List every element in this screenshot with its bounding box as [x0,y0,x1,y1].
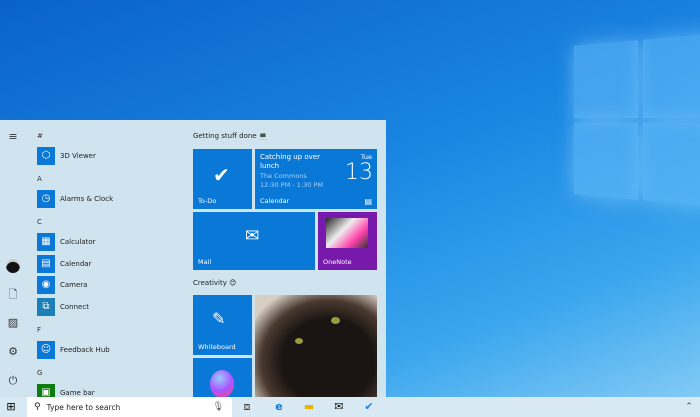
onenote-image [326,218,368,248]
camera-icon: ◉ [37,276,55,294]
letter-header[interactable]: # [37,132,43,140]
whiteboard-icon: ✎ [212,309,226,328]
microphone-icon[interactable]: 🎙 [213,402,224,412]
tile-mail[interactable]: ✉ Mail [193,212,315,270]
todo-icon[interactable]: ✔ [362,400,376,414]
tile-paint[interactable] [193,358,252,397]
group-title[interactable]: Getting stuff done 💻 [193,132,268,140]
tile-calendar[interactable]: Catching up over lunch The Commons 12:30… [255,149,377,209]
pictures-icon[interactable]: ▨ [6,316,20,330]
file-explorer-icon[interactable]: ▬ [302,400,316,414]
checkmark-icon: ✔ [213,163,230,187]
group-title[interactable]: Creativity 😊 [193,279,236,287]
edge-icon[interactable]: e [272,400,286,414]
taskbar: ⊞ ⚲ Type here to search 🎙 ⧈ e ▬ ✉ ✔ ⌃ [0,397,700,417]
chevron-up-icon[interactable]: ⌃ [682,400,696,414]
connect-icon: ⧉ [37,298,55,316]
app-alarms-clock[interactable]: ◷ Alarms & Clock [37,189,113,209]
feedback-icon: ☺ [37,341,55,359]
app-calendar[interactable]: ▤ Calendar [37,254,91,274]
mail-icon[interactable]: ✉ [332,400,346,414]
paint-icon [210,370,234,397]
letter-header[interactable]: G [37,369,42,377]
app-connect[interactable]: ⧉ Connect [37,297,89,317]
windows-wallpaper-logo [573,33,700,207]
settings-icon[interactable]: ⚙ [6,345,20,359]
tile-todo[interactable]: ✔ To-Do [193,149,252,209]
app-calculator[interactable]: ▦ Calculator [37,232,96,252]
tile-onenote[interactable]: OneNote [318,212,377,270]
calculator-icon: ▦ [37,233,55,251]
game-bar-icon: ▣ [37,384,55,397]
calendar-icon: ▤ [37,255,55,273]
letter-header[interactable]: F [37,326,41,334]
hamburger-menu-icon[interactable]: ≡ [6,130,20,144]
search-box[interactable]: ⚲ Type here to search 🎙 [27,397,232,417]
avatar[interactable] [6,259,20,273]
documents-icon[interactable]: 🗋 [6,288,20,302]
app-camera[interactable]: ◉ Camera [37,275,87,295]
task-view-icon[interactable]: ⧈ [240,400,254,414]
search-icon: ⚲ [34,402,41,412]
letter-header[interactable]: C [37,218,42,226]
windows-start-icon[interactable]: ⊞ [4,400,18,414]
start-rail: ≡ 🗋 ▨ ⚙ ⏻ [0,120,28,397]
tile-photos[interactable] [255,295,377,397]
cube-icon: ⬡ [37,147,55,165]
app-3d-viewer[interactable]: ⬡ 3D Viewer [37,146,96,166]
tile-whiteboard[interactable]: ✎ Whiteboard [193,295,252,355]
power-icon[interactable]: ⏻ [6,374,20,388]
app-feedback-hub[interactable]: ☺ Feedback Hub [37,340,110,360]
mail-icon: ✉ [245,226,260,246]
alarm-clock-icon: ◷ [37,190,55,208]
app-game-bar[interactable]: ▣ Game bar [37,383,95,397]
letter-header[interactable]: A [37,175,42,183]
start-menu: ≡ 🗋 ▨ ⚙ ⏻ # ⬡ 3D Viewer A ◷ Alarms & Clock… [0,120,386,397]
calendar-icon: ▤ [364,197,372,206]
